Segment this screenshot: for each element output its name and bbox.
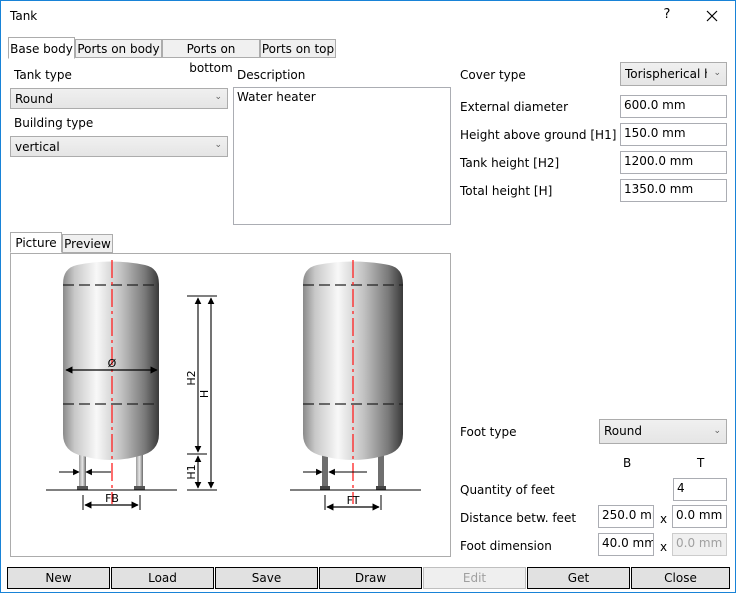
tab-ports-on-bottom[interactable]: Ports on bottom [162, 39, 260, 75]
dimension-t-input: 0.0 mm [672, 533, 727, 556]
edit-button: Edit [423, 567, 526, 589]
cover-type-select[interactable]: Torispherical he ⌄ [620, 62, 727, 86]
tank-height-label: Tank height [H2] [460, 156, 560, 170]
tank-front-view: Ø FB H2 H H1 [46, 260, 217, 510]
foot-type-label: Foot type [460, 425, 517, 439]
fb-label: FB [105, 492, 119, 505]
external-diameter-label: External diameter [460, 100, 568, 114]
chevron-down-icon: ⌄ [713, 68, 721, 78]
window-title: Tank [10, 9, 38, 23]
chevron-down-icon: ⌄ [713, 426, 721, 436]
description-textarea[interactable]: Water heater [233, 87, 451, 225]
cover-type-label: Cover type [460, 68, 526, 82]
h2-label: H2 [185, 370, 198, 385]
load-button[interactable]: Load [111, 567, 214, 589]
close-button[interactable]: Close [631, 567, 730, 589]
tank-height-input[interactable]: 1200.0 mm [620, 151, 727, 174]
tank-type-select[interactable]: Round ⌄ [10, 88, 228, 109]
tab-preview[interactable]: Preview [62, 234, 113, 253]
foot-type-select[interactable]: Round ⌄ [599, 419, 727, 444]
chevron-down-icon: ⌄ [214, 140, 222, 150]
tab-picture[interactable]: Picture [10, 232, 62, 253]
description-label: Description [237, 68, 306, 82]
h-label: H [198, 390, 211, 398]
tank-type-value: Round [15, 92, 53, 106]
foot-type-value: Round [604, 424, 642, 438]
total-height-input[interactable]: 1350.0 mm [620, 179, 727, 202]
building-type-label: Building type [14, 116, 94, 130]
times-separator: x [660, 540, 668, 554]
foot-dimension-label: Foot dimension [460, 539, 552, 553]
title-bar: Tank ? [1, 1, 735, 31]
tank-dialog: Tank ? Base body Ports on body Ports on … [0, 0, 736, 593]
column-t-label: T [697, 456, 705, 470]
distance-b-input[interactable]: 250.0 mm [598, 505, 654, 528]
tab-ports-on-body[interactable]: Ports on body [75, 39, 162, 58]
tab-base-body[interactable]: Base body [8, 37, 75, 59]
draw-button[interactable]: Draw [319, 567, 422, 589]
dimension-b-input[interactable]: 40.0 mm [598, 533, 654, 556]
tank-side-view: FT [290, 260, 421, 511]
h1-label: H1 [185, 464, 198, 479]
quantity-of-feet-input[interactable]: 4 [673, 478, 727, 501]
picture-panel: Ø FB H2 H H1 FT [10, 253, 451, 557]
new-button[interactable]: New [7, 567, 110, 589]
building-type-select[interactable]: vertical ⌄ [10, 136, 228, 157]
building-type-value: vertical [15, 140, 60, 154]
save-button[interactable]: Save [215, 567, 318, 589]
chevron-down-icon: ⌄ [214, 92, 222, 102]
external-diameter-input[interactable]: 600.0 mm [620, 95, 727, 118]
height-above-ground-input[interactable]: 150.0 mm [620, 123, 727, 146]
tab-ports-on-top[interactable]: Ports on top [260, 39, 336, 58]
help-button[interactable]: ? [657, 7, 677, 25]
tank-diagram: Ø FB H2 H H1 FT [46, 260, 421, 511]
total-height-label: Total height [H] [460, 184, 553, 198]
cover-type-value: Torispherical he [625, 67, 707, 81]
column-b-label: B [623, 456, 632, 470]
tank-type-label: Tank type [14, 68, 72, 82]
close-icon[interactable] [697, 4, 727, 28]
ft-label: FT [347, 494, 360, 507]
distance-between-feet-label: Distance betw. feet [460, 511, 577, 525]
height-above-ground-label: Height above ground [H1] [460, 128, 617, 142]
get-button[interactable]: Get [527, 567, 630, 589]
quantity-of-feet-label: Quantity of feet [460, 483, 555, 497]
diameter-symbol: Ø [108, 357, 117, 370]
times-separator: x [660, 512, 668, 526]
distance-t-input[interactable]: 0.0 mm [672, 505, 727, 528]
